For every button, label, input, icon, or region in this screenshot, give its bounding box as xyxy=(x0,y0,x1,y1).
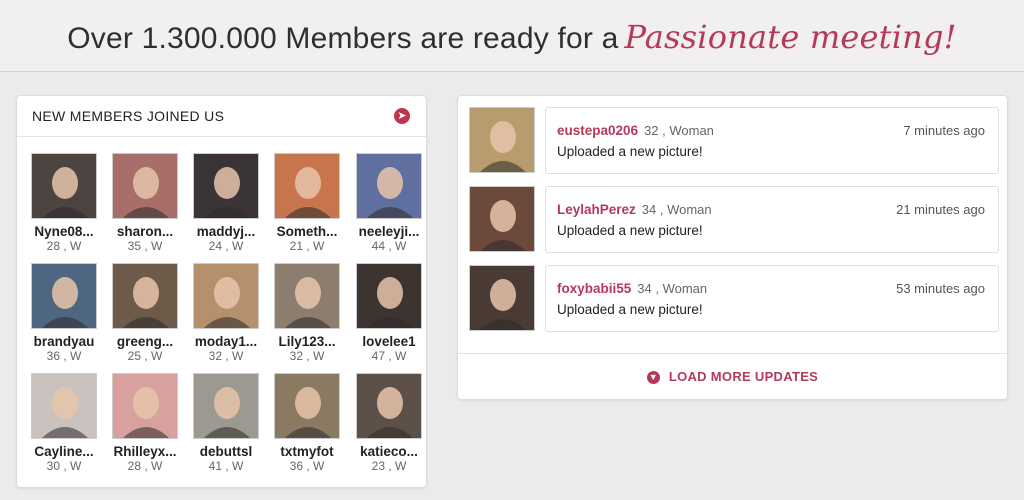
member-age-gender: 36 , W xyxy=(46,349,82,363)
member-name[interactable]: moday1... xyxy=(190,334,262,349)
member-card[interactable]: greeng... 25 , W xyxy=(109,263,181,363)
member-card[interactable]: brandyau 36 , W xyxy=(28,263,100,363)
member-age-gender: 21 , W xyxy=(289,239,325,253)
member-card[interactable]: Lily123... 32 , W xyxy=(271,263,343,363)
load-more-label: LOAD MORE UPDATES xyxy=(668,369,819,384)
member-age-gender: 25 , W xyxy=(127,349,163,363)
member-card[interactable]: Someth... 21 , W xyxy=(271,153,343,253)
new-members-title: NEW MEMBERS JOINED US xyxy=(32,108,225,124)
update-username-text[interactable]: eustepa0206 xyxy=(557,123,638,138)
member-photo[interactable] xyxy=(356,263,422,329)
updates-panel: eustepa0206 32 , Woman 7 minutes ago Upload… xyxy=(457,95,1008,400)
member-card[interactable]: lovelee1 47 , W xyxy=(353,263,425,363)
update-username-text[interactable]: LeylahPerez xyxy=(557,202,636,217)
member-age-gender: 30 , W xyxy=(46,459,82,473)
member-photo[interactable] xyxy=(356,153,422,219)
member-card[interactable]: katieco... 23 , W xyxy=(353,373,425,473)
member-age-gender: 28 , W xyxy=(46,239,82,253)
member-age-gender: 36 , W xyxy=(289,459,325,473)
member-photo[interactable] xyxy=(274,373,340,439)
member-photo[interactable] xyxy=(31,153,97,219)
member-photo[interactable] xyxy=(193,373,259,439)
arrow-right-circle-icon[interactable]: ➤ xyxy=(394,108,410,124)
member-photo[interactable] xyxy=(112,153,178,219)
update-age-gender: 34 , Woman xyxy=(637,281,708,296)
member-name[interactable]: lovelee1 xyxy=(353,334,425,349)
update-timestamp: 21 minutes ago xyxy=(896,202,985,217)
update-text: Uploaded a new picture! xyxy=(557,144,703,159)
update-age-gender: 34 , Woman xyxy=(641,202,712,217)
update-username[interactable]: foxybabii55 34 , Woman xyxy=(557,281,707,296)
member-name[interactable]: Someth... xyxy=(271,224,343,239)
member-name[interactable]: greeng... xyxy=(109,334,181,349)
update-item: LeylahPerez 34 , Woman 21 minutes ago Uploa… xyxy=(469,186,999,253)
member-name[interactable]: brandyau xyxy=(28,334,100,349)
update-text: Uploaded a new picture! xyxy=(557,302,703,317)
member-age-gender: 44 , W xyxy=(371,239,407,253)
headline-text: Over 1.300.000 Members are ready for a xyxy=(67,22,619,55)
update-age-gender: 32 , Woman xyxy=(644,123,714,138)
update-card: LeylahPerez 34 , Woman 21 minutes ago Uploa… xyxy=(545,186,999,253)
member-name[interactable]: Lily123... xyxy=(271,334,343,349)
member-name[interactable]: katieco... xyxy=(353,444,425,459)
update-avatar[interactable] xyxy=(469,265,535,331)
member-card[interactable]: debuttsl 41 , W xyxy=(190,373,262,473)
member-name[interactable]: Nyne08... xyxy=(28,224,100,239)
hero-headline: Over 1.300.000 Members are ready for a Pa… xyxy=(0,18,1024,56)
member-photo[interactable] xyxy=(274,153,340,219)
update-avatar[interactable] xyxy=(469,107,535,173)
update-timestamp: 53 minutes ago xyxy=(896,281,985,296)
member-age-gender: 24 , W xyxy=(208,239,244,253)
new-members-panel: NEW MEMBERS JOINED US ➤ Nyne08... 28 , Ws… xyxy=(16,95,427,488)
member-card[interactable]: neeleyji... 44 , W xyxy=(353,153,425,253)
headline-script-text: Passionate meeting! xyxy=(624,18,957,56)
member-photo[interactable] xyxy=(31,373,97,439)
update-username[interactable]: LeylahPerez 34 , Woman xyxy=(557,202,712,217)
member-photo[interactable] xyxy=(112,373,178,439)
update-avatar[interactable] xyxy=(469,186,535,252)
update-timestamp: 7 minutes ago xyxy=(903,123,985,138)
member-photo[interactable] xyxy=(112,263,178,329)
member-name[interactable]: sharon... xyxy=(109,224,181,239)
member-card[interactable]: Nyne08... 28 , W xyxy=(28,153,100,253)
member-card[interactable]: Cayline... 30 , W xyxy=(28,373,100,473)
member-name[interactable]: maddyj... xyxy=(190,224,262,239)
member-age-gender: 47 , W xyxy=(371,349,407,363)
member-age-gender: 23 , W xyxy=(371,459,407,473)
member-age-gender: 35 , W xyxy=(127,239,163,253)
update-card: eustepa0206 32 , Woman 7 minutes ago Upload… xyxy=(545,107,999,174)
member-age-gender: 41 , W xyxy=(208,459,244,473)
member-photo[interactable] xyxy=(193,153,259,219)
member-age-gender: 28 , W xyxy=(127,459,163,473)
member-card[interactable]: maddyj... 24 , W xyxy=(190,153,262,253)
update-item: foxybabii55 34 , Woman 53 minutes ago Uploa… xyxy=(469,265,999,332)
update-card: foxybabii55 34 , Woman 53 minutes ago Uploa… xyxy=(545,265,999,332)
download-circle-icon: ▼ xyxy=(646,371,660,384)
update-text: Uploaded a new picture! xyxy=(557,223,703,238)
member-name[interactable]: neeleyji... xyxy=(353,224,425,239)
member-age-gender: 32 , W xyxy=(289,349,325,363)
member-photo[interactable] xyxy=(356,373,422,439)
new-members-header: NEW MEMBERS JOINED US ➤ xyxy=(17,96,426,137)
member-name[interactable]: txtmyfot xyxy=(271,444,343,459)
member-name[interactable]: Rhilleyx... xyxy=(109,444,181,459)
member-name[interactable]: debuttsl xyxy=(190,444,262,459)
member-name[interactable]: Cayline... xyxy=(28,444,100,459)
member-card[interactable]: sharon... 35 , W xyxy=(109,153,181,253)
member-card[interactable]: Rhilleyx... 28 , W xyxy=(109,373,181,473)
member-card[interactable]: moday1... 32 , W xyxy=(190,263,262,363)
load-more-updates-button[interactable]: ▼ LOAD MORE UPDATES xyxy=(458,353,1007,399)
update-username-text[interactable]: foxybabii55 xyxy=(557,281,631,296)
update-item: eustepa0206 32 , Woman 7 minutes ago Upload… xyxy=(469,107,999,174)
member-card[interactable]: txtmyfot 36 , W xyxy=(271,373,343,473)
update-username[interactable]: eustepa0206 32 , Woman xyxy=(557,123,714,138)
member-photo[interactable] xyxy=(31,263,97,329)
member-photo[interactable] xyxy=(274,263,340,329)
member-age-gender: 32 , W xyxy=(208,349,244,363)
member-photo[interactable] xyxy=(193,263,259,329)
hero-header: Over 1.300.000 Members are ready for a Pa… xyxy=(0,0,1024,72)
